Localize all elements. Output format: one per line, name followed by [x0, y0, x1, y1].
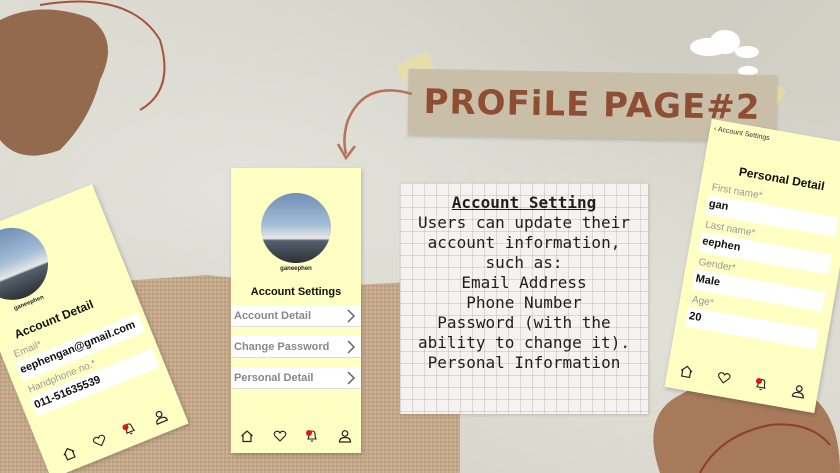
age-field[interactable]: 20 [685, 306, 819, 350]
info-line: Email Address [461, 273, 587, 292]
home-icon[interactable] [678, 363, 694, 379]
info-line: Personal Information [427, 353, 621, 372]
profile-icon[interactable] [151, 408, 169, 426]
menu-item-label: Account Detail [234, 310, 312, 322]
slide-canvas: PROFiLE PAGE#2 Account Setting Users can… [0, 0, 840, 473]
notification-bell-icon[interactable] [121, 420, 139, 438]
heart-icon[interactable] [716, 370, 732, 386]
brown-blob-top-left [0, 0, 166, 156]
home-icon[interactable] [60, 444, 78, 462]
notification-bell-icon[interactable] [305, 429, 319, 443]
gender-value: Male [694, 272, 721, 289]
chevron-right-icon [347, 340, 356, 354]
menu-item-change-password[interactable]: Change Password [231, 336, 361, 358]
info-line: ability to change it). [418, 333, 630, 352]
age-value: 20 [688, 310, 703, 324]
first-name-value: gan [707, 197, 730, 213]
heart-icon[interactable] [90, 432, 108, 450]
menu-item-label: Change Password [234, 341, 330, 353]
username: ganeephen [280, 266, 312, 272]
bottom-nav [231, 426, 361, 446]
phone-personal-detail: ‹ Account Settings Personal Detail First… [664, 118, 840, 414]
screen-title: Account Settings [250, 286, 342, 298]
heart-icon[interactable] [273, 429, 287, 443]
info-card: Account Setting Users can update their a… [400, 183, 648, 414]
arrow-icon [336, 89, 413, 161]
menu-item-label: Personal Detail [234, 372, 314, 384]
phone-account-settings: ganeephen Account Settings Account Detai… [231, 168, 361, 453]
page-title: PROFiLE PAGE#2 [423, 82, 761, 128]
info-line: such as: [485, 253, 563, 272]
profile-icon[interactable] [338, 429, 352, 443]
last-name-value: eephen [701, 235, 742, 254]
info-line: Password (with the [437, 313, 611, 332]
profile-icon[interactable] [791, 383, 807, 399]
info-card-heading: Account Setting [451, 193, 597, 212]
menu-item-personal-detail[interactable]: Personal Detail [231, 367, 361, 389]
notification-bell-icon[interactable] [753, 376, 769, 392]
home-icon[interactable] [240, 429, 254, 443]
info-line: Users can update their [418, 213, 630, 232]
age-label: Age* [691, 294, 715, 309]
info-line: Phone Number [466, 293, 582, 312]
chevron-right-icon [347, 309, 356, 323]
back-link[interactable]: ‹ Account Settings [713, 125, 770, 142]
avatar [261, 193, 331, 263]
info-line: account information, [427, 233, 621, 252]
chevron-right-icon [347, 371, 356, 385]
menu-item-account-detail[interactable]: Account Detail [231, 305, 361, 327]
